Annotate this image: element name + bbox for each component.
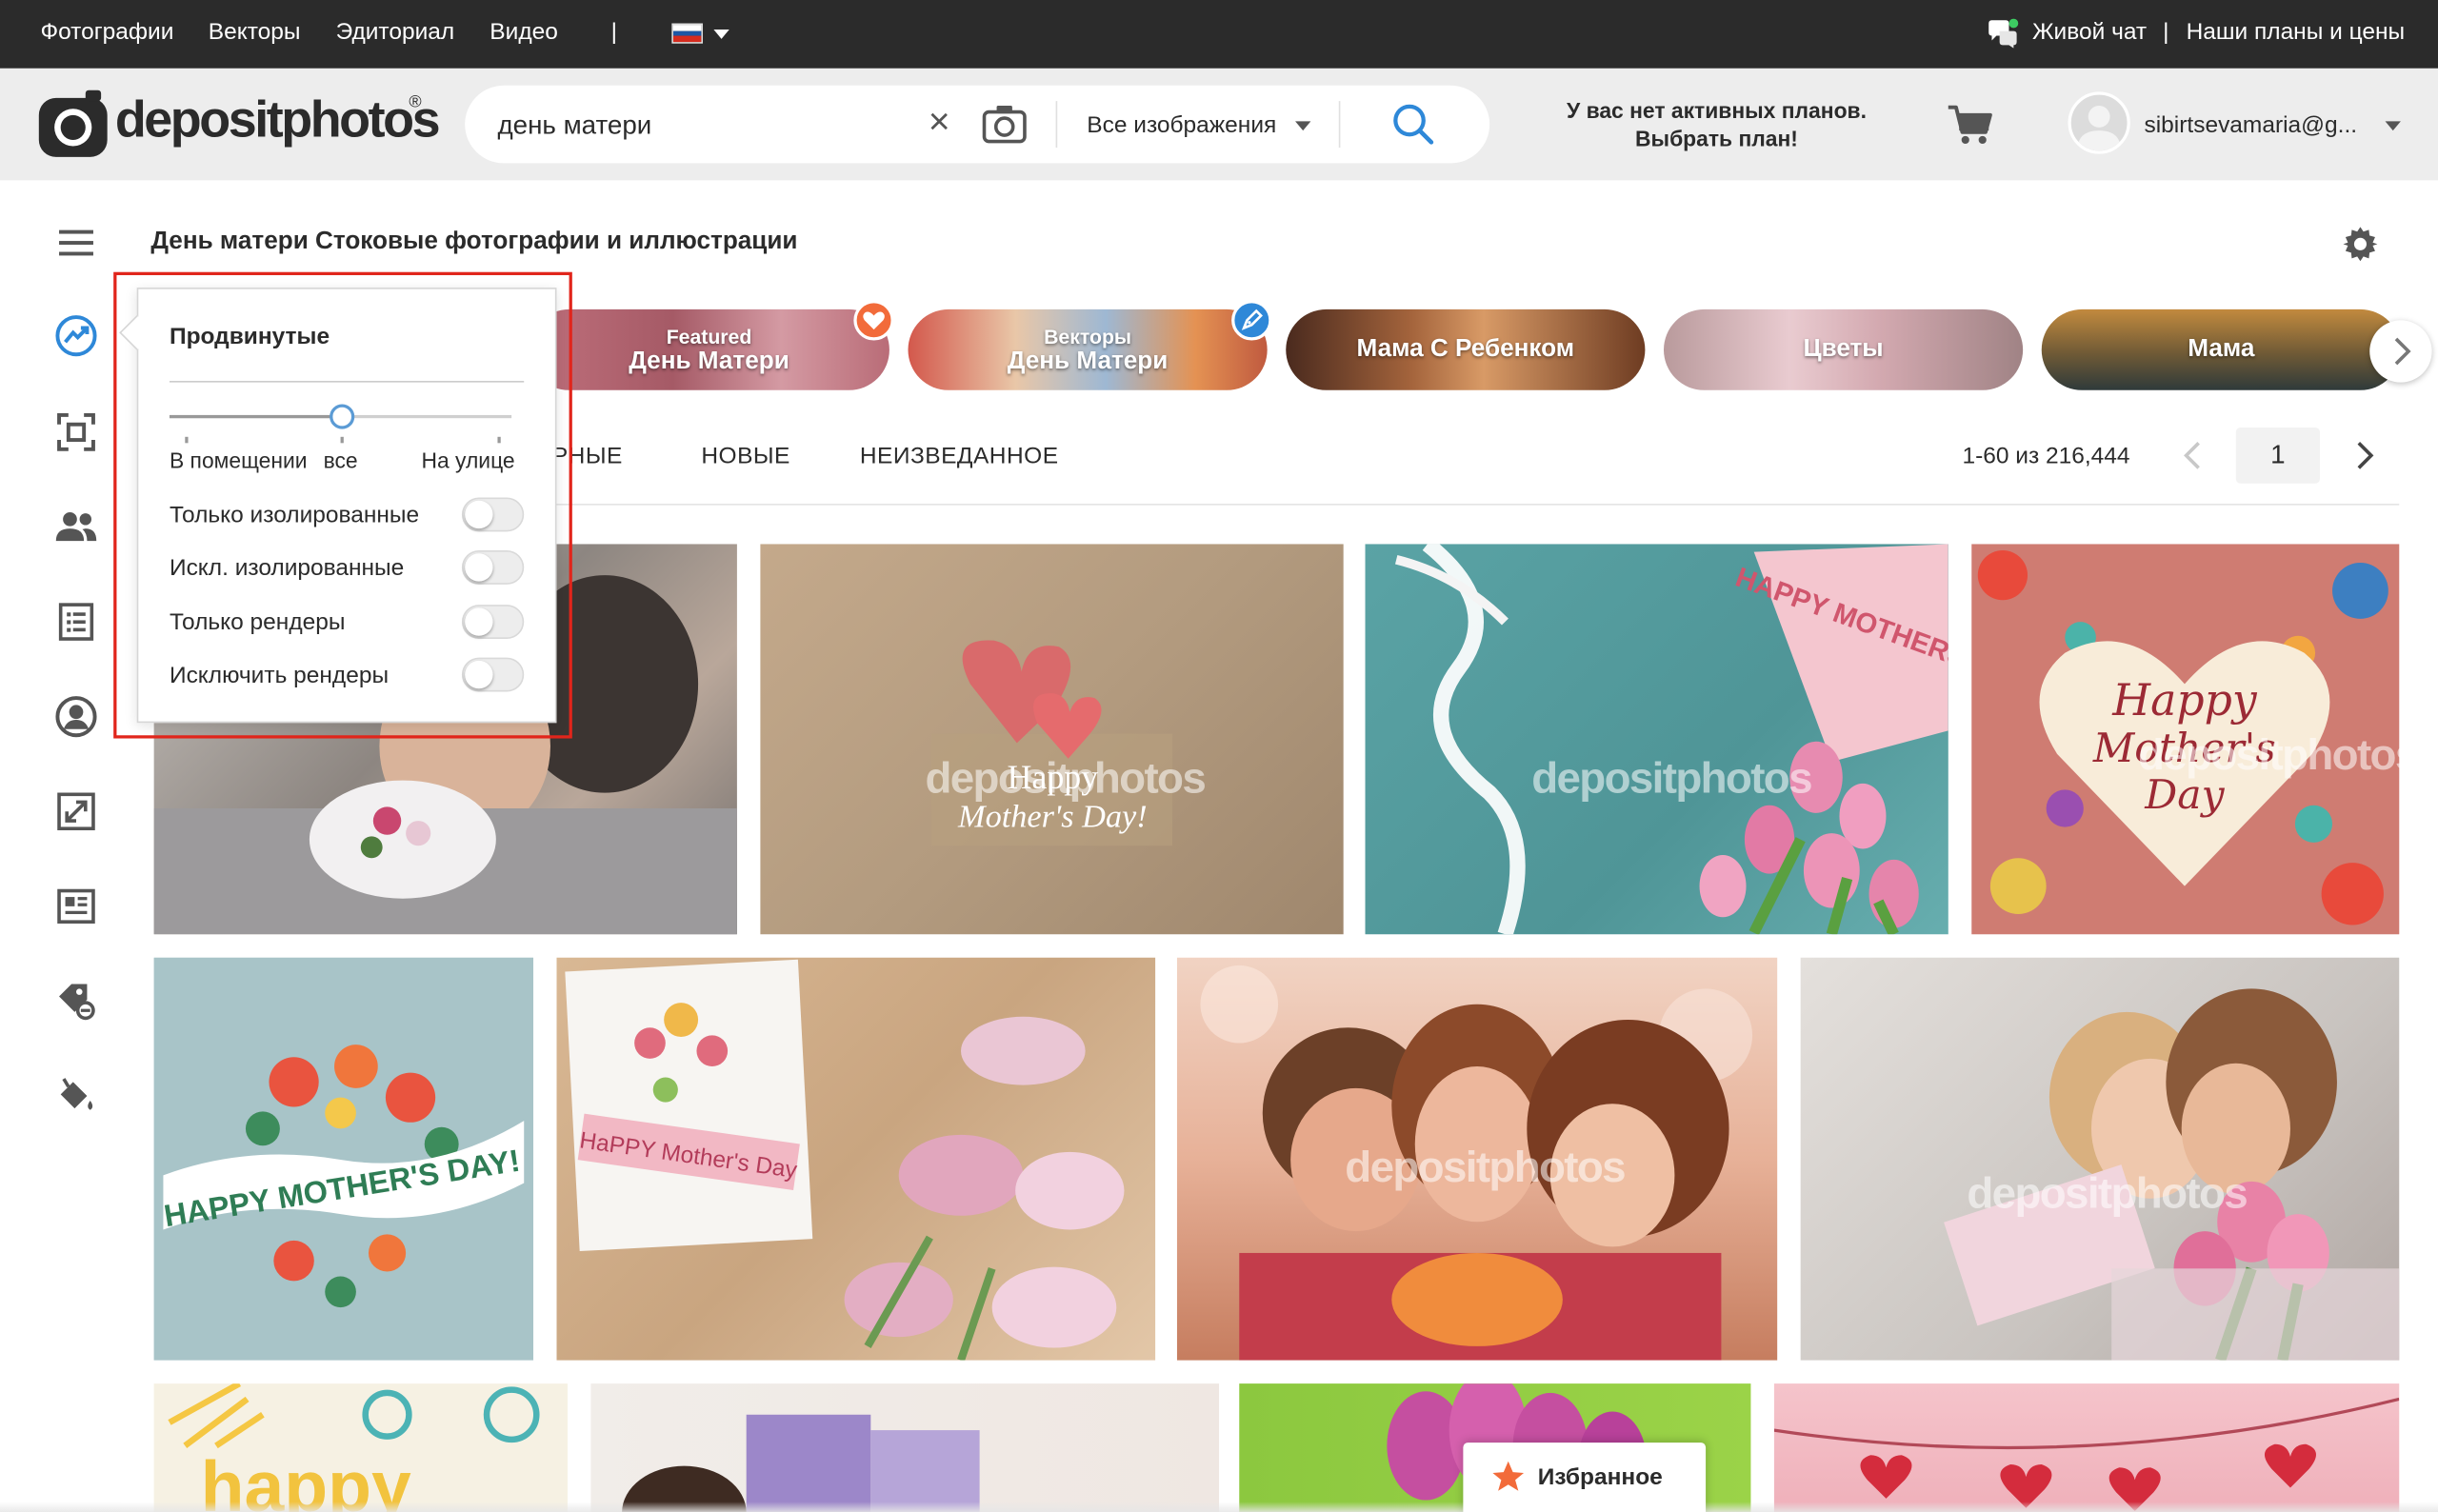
image-card-felt-hearts[interactable]: Happy Mother's Day! (760, 544, 1344, 935)
page-number-input[interactable]: 1 (2235, 427, 2320, 484)
user-avatar[interactable] (2068, 91, 2130, 154)
card-text-mothers-day: Mother's Day! (957, 799, 1148, 835)
no-active-plan-message[interactable]: У вас нет активных планов. Выбрать план! (1539, 96, 1893, 152)
chip-vectors-mothers-day[interactable]: Векторы День Матери (908, 308, 1268, 390)
image-card-eustoma-card[interactable]: HaPPY Mother's Day (556, 957, 1156, 1361)
search-divider (1055, 101, 1058, 149)
user-menu-chevron-icon[interactable] (2385, 121, 2401, 131)
image-card-tulips-card-teal[interactable]: HAPPY MOTHERS DAY (1365, 544, 1948, 935)
watermark: depositphotos (1345, 1143, 1626, 1191)
favorites-label: Избранное (1537, 1464, 1663, 1491)
page-root: Фотографии Векторы Эдиториал Видео | Жив… (0, 0, 2438, 1512)
user-circle-icon[interactable] (53, 693, 100, 740)
bottom-fade (0, 1502, 2438, 1512)
live-chat-icon[interactable] (1986, 18, 2020, 50)
page-title: День матери Стоковые фотографии и иллюст… (150, 229, 798, 255)
tab-unexplored[interactable]: НЕИЗВЕДАННОЕ (860, 443, 1059, 469)
shopping-cart-icon[interactable] (1947, 104, 1993, 148)
nav-link-editorial[interactable]: Эдиториал (336, 19, 455, 46)
image-card-bouquet-ribbon[interactable]: HAPPY MOTHER'S DAY! (153, 957, 534, 1361)
previous-page-icon[interactable] (2177, 438, 2208, 472)
card-text-happy-script: Happy (2111, 675, 2258, 726)
article-icon[interactable] (53, 883, 100, 929)
chip-mom[interactable]: Мама (2041, 308, 2401, 390)
list-icon[interactable] (53, 599, 100, 646)
focus-frame-icon[interactable] (53, 408, 100, 455)
nav-divider: | (610, 18, 618, 46)
chip-featured-mothers-day[interactable]: Featured День Матери (529, 308, 889, 390)
image-card-hanging-hearts[interactable] (1773, 1383, 2400, 1512)
tab-new[interactable]: НОВЫЕ (701, 443, 790, 469)
price-tag-icon[interactable] (53, 978, 100, 1025)
chips-next-button[interactable] (2369, 320, 2432, 383)
plans-pricing-link[interactable]: Наши планы и цены (2187, 19, 2406, 46)
camera-search-icon[interactable] (981, 104, 1028, 144)
resize-icon[interactable] (53, 788, 100, 835)
chip-mother-and-child[interactable]: Мама С Ребенком (1286, 308, 1646, 390)
pen-icon (1231, 300, 1272, 341)
image-type-dropdown-chevron-icon[interactable] (1295, 121, 1311, 131)
clear-search-icon[interactable]: × (929, 104, 950, 141)
chip-label: Мама С Ребенком (1356, 335, 1575, 363)
watermark: depositphotos (2137, 730, 2419, 779)
search-icon[interactable] (1391, 103, 1435, 147)
people-icon[interactable] (53, 504, 100, 550)
settings-gear-icon[interactable] (2342, 226, 2379, 263)
chip-label-line1: Featured (666, 325, 752, 348)
user-email[interactable]: sibirtsevamaria@g... (2144, 112, 2357, 139)
paint-bucket-icon[interactable] (53, 1073, 100, 1120)
image-card-happy-doodle[interactable]: happy (153, 1383, 568, 1512)
next-page-icon[interactable] (2349, 438, 2381, 472)
search-divider-2 (1338, 101, 1341, 149)
star-icon (1492, 1461, 1525, 1491)
russian-flag-icon[interactable] (671, 23, 703, 44)
watermark: depositphotos (1967, 1168, 2248, 1218)
chip-label-line2: День Матери (629, 348, 789, 375)
hamburger-menu-icon[interactable] (53, 219, 100, 266)
image-card-daughter-hugging-mother[interactable] (1800, 957, 2400, 1361)
top-navigation-bar: Фотографии Векторы Эдиториал Видео | Жив… (0, 0, 2438, 69)
highlight-annotation-box (113, 271, 572, 739)
depositphotos-logo-icon[interactable] (37, 89, 111, 160)
plan-message-line2[interactable]: Выбрать план! (1539, 125, 1893, 152)
nav-divider-right: | (2163, 18, 2169, 46)
chip-flowers[interactable]: Цветы (1663, 308, 2024, 390)
search-input[interactable] (497, 104, 918, 149)
logo-registered-mark: ® (409, 92, 422, 112)
chevron-right-icon (2394, 337, 2411, 366)
nav-link-photos[interactable]: Фотографии (40, 19, 173, 46)
chip-label-line2: День Матери (1007, 348, 1169, 375)
trending-chart-icon[interactable] (53, 312, 100, 359)
heart-icon (853, 300, 894, 341)
plan-message-line1: У вас нет активных планов. (1567, 97, 1867, 123)
language-dropdown-chevron-icon[interactable] (713, 30, 729, 39)
logo-wordmark[interactable]: depositphotos (115, 90, 441, 149)
image-card-child-with-card[interactable] (590, 1383, 1220, 1512)
watermark: depositphotos (1531, 753, 1812, 803)
image-type-filter-label[interactable]: Все изображения (1087, 112, 1276, 139)
chip-label: Мама (2188, 335, 2255, 363)
results-count: 1-60 из 216,444 (1962, 443, 2130, 470)
nav-link-video[interactable]: Видео (490, 19, 558, 46)
chip-label-line1: Векторы (1044, 325, 1132, 348)
watermark: depositphotos (925, 753, 1206, 803)
favorites-button[interactable]: Избранное (1463, 1442, 1707, 1512)
live-chat-link[interactable]: Живой чат (2032, 19, 2147, 46)
chip-label: Цветы (1803, 335, 1884, 363)
nav-link-vectors[interactable]: Векторы (209, 19, 301, 46)
